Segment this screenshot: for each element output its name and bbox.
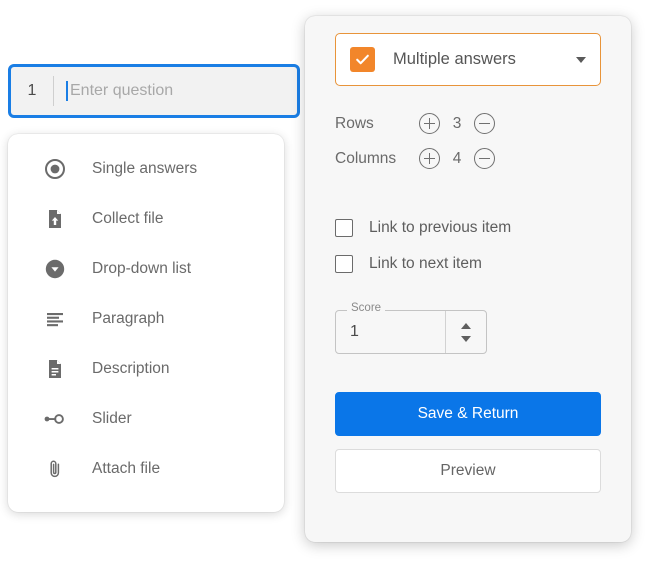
score-input[interactable]: Score 1: [335, 302, 487, 354]
columns-value: 4: [452, 149, 462, 167]
rows-value: 3: [452, 114, 462, 132]
menu-item-drop-down-list[interactable]: Drop-down list: [8, 244, 284, 294]
rows-label: Rows: [335, 114, 374, 132]
menu-item-attach-file[interactable]: Attach file: [8, 444, 284, 494]
spinner-up-icon[interactable]: [461, 322, 471, 329]
columns-decrease-button[interactable]: [474, 148, 495, 169]
question-field-wrap[interactable]: Enter question: [54, 81, 297, 101]
menu-item-label: Paragraph: [92, 310, 165, 327]
score-spinner[interactable]: [445, 311, 486, 353]
score-label: Score: [347, 302, 386, 315]
dropdown-circle-icon: [42, 256, 68, 282]
rows-increase-button[interactable]: [419, 113, 440, 134]
menu-item-single-answers[interactable]: Single answers: [8, 144, 284, 194]
question-type-label: Multiple answers: [393, 50, 516, 68]
question-input-row[interactable]: 1 Enter question: [8, 64, 300, 118]
menu-item-label: Single answers: [92, 160, 198, 177]
menu-item-slider[interactable]: Slider: [8, 394, 284, 444]
columns-label: Columns: [335, 149, 397, 167]
menu-item-collect-file[interactable]: Collect file: [8, 194, 284, 244]
link-previous-label: Link to previous item: [369, 219, 512, 236]
question-type-select[interactable]: Multiple answers: [335, 33, 601, 86]
link-options-group: Link to previous item Link to next item: [335, 210, 601, 282]
slider-icon: [42, 406, 68, 432]
rows-decrease-button[interactable]: [474, 113, 495, 134]
columns-stepper: Columns 4: [335, 141, 601, 176]
menu-item-label: Collect file: [92, 210, 164, 227]
menu-item-label: Slider: [92, 410, 132, 427]
rows-stepper: Rows 3: [335, 106, 601, 141]
dimension-steppers: Rows 3 Columns 4: [335, 106, 601, 176]
paragraph-lines-icon: [42, 306, 68, 332]
menu-item-label: Description: [92, 360, 170, 377]
document-text-icon: [42, 356, 68, 382]
preview-button[interactable]: Preview: [335, 449, 601, 493]
columns-increase-button[interactable]: [419, 148, 440, 169]
menu-item-description[interactable]: Description: [8, 344, 284, 394]
paperclip-icon: [42, 456, 68, 482]
radio-button-icon: [42, 156, 68, 182]
checked-checkbox-icon: [350, 47, 375, 72]
link-next-row[interactable]: Link to next item: [335, 246, 601, 282]
link-next-checkbox[interactable]: [335, 255, 353, 273]
link-previous-checkbox[interactable]: [335, 219, 353, 237]
file-upload-icon: [42, 206, 68, 232]
link-next-label: Link to next item: [369, 255, 482, 272]
question-placeholder: Enter question: [70, 82, 174, 99]
spinner-down-icon[interactable]: [461, 335, 471, 342]
menu-item-label: Attach file: [92, 460, 161, 477]
question-number: 1: [27, 82, 37, 99]
question-type-menu: Single answers Collect file Drop-down li…: [8, 134, 284, 512]
menu-item-paragraph[interactable]: Paragraph: [8, 294, 284, 344]
score-value[interactable]: 1: [336, 323, 445, 341]
menu-item-label: Drop-down list: [92, 260, 192, 277]
link-previous-row[interactable]: Link to previous item: [335, 210, 601, 246]
question-settings-panel: Multiple answers Rows 3 Columns 4 Link t…: [305, 16, 631, 542]
chevron-down-icon[interactable]: [576, 56, 586, 63]
save-and-return-button[interactable]: Save & Return: [335, 392, 601, 436]
panel-actions: Save & Return Preview: [335, 392, 601, 493]
